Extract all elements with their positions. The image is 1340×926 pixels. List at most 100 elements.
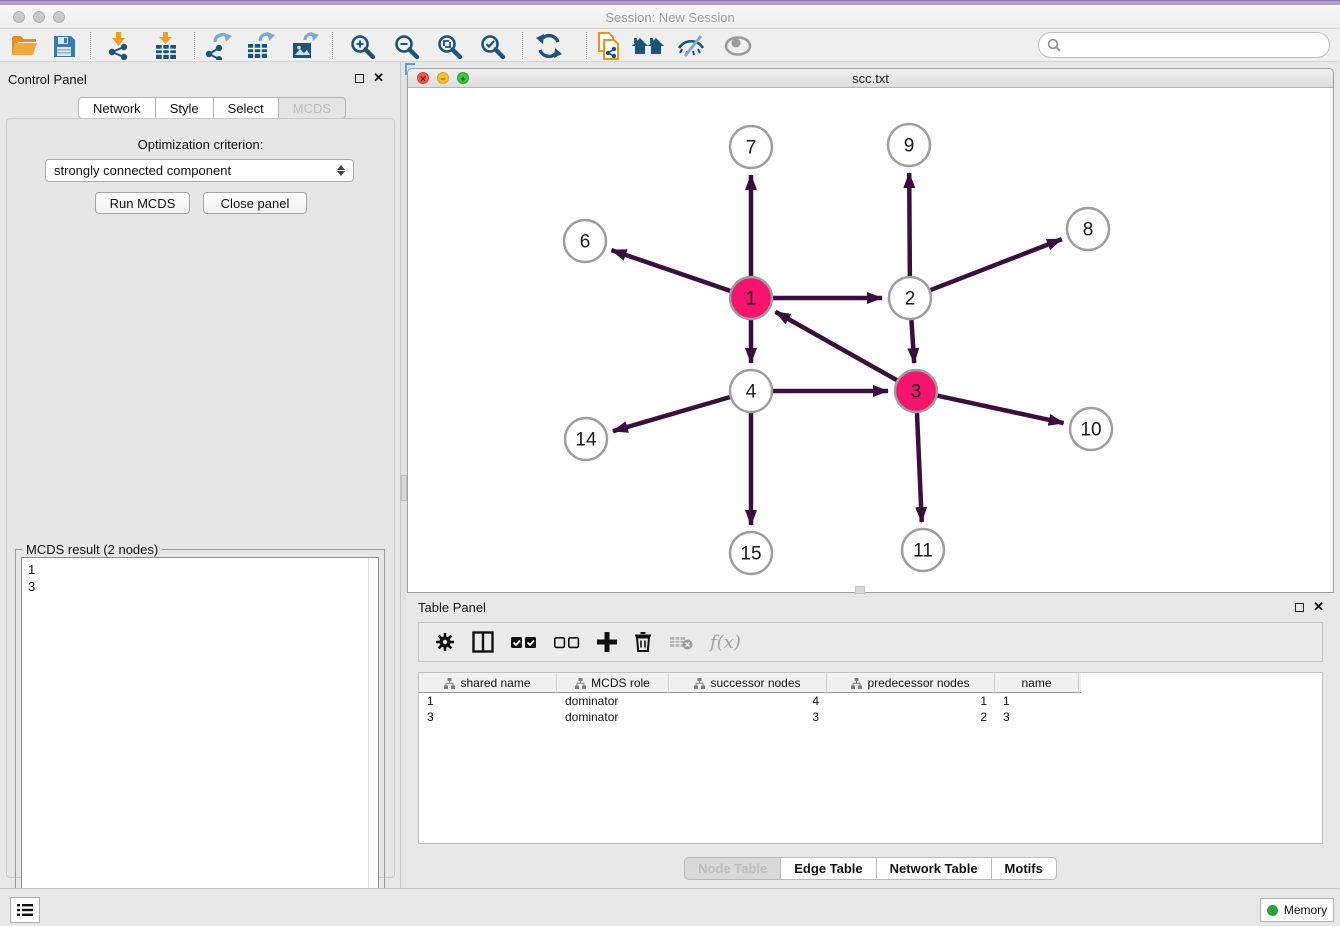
tab-style[interactable]: Style [156,97,214,119]
memory-button[interactable]: Memory [1260,898,1334,922]
deselect-all-checks-icon[interactable] [554,629,580,655]
zoom-out-icon[interactable] [388,31,424,61]
edge-3-11 [917,413,922,522]
tab-network-table[interactable]: Network Table [877,857,992,880]
select-all-checks-icon[interactable] [511,629,537,655]
mcds-result-title: MCDS result (2 nodes) [22,542,162,557]
mcds-panel-body: Optimization criterion: strongly connect… [6,118,395,878]
graph-node-11[interactable]: 11 [902,529,944,571]
table-toolbar: f(x) [418,622,1323,662]
edge-2-8 [931,239,1062,290]
toolbar-separator [90,32,91,59]
delete-trash-icon[interactable] [634,629,652,655]
save-session-icon[interactable] [46,31,82,61]
show-graphics-eye-icon[interactable] [720,31,756,61]
float-panel-icon[interactable] [355,74,364,83]
table-settings-gear-icon[interactable] [435,629,455,655]
graph-node-14[interactable]: 14 [565,418,607,460]
search-input[interactable] [1061,38,1311,53]
column-header[interactable]: predecessor nodes [827,673,995,693]
network-graph[interactable]: 7 9 6 8 1 2 4 3 14 10 15 11 [408,88,1333,592]
graph-node-10[interactable]: 10 [1070,408,1112,450]
show-columns-icon[interactable] [472,629,494,655]
zoom-selected-icon[interactable] [474,31,510,61]
column-header[interactable]: MCDS role [557,673,669,693]
tab-network[interactable]: Network [78,97,156,119]
toolbar-separator [332,32,333,59]
import-network-icon[interactable] [100,31,136,61]
result-scrollbar[interactable] [368,558,378,922]
graph-node-6[interactable]: 6 [564,220,606,262]
table-body: 1dominator4113dominator323 [419,693,1322,725]
search-field[interactable] [1038,32,1330,58]
session-title: Session: New Session [0,10,1340,25]
function-builder-icon: f(x) [710,629,741,655]
close-panel-icon[interactable]: ✕ [373,73,384,83]
table-tabs: Node Table Edge Table Network Table Moti… [407,857,1334,880]
edge-3-10 [937,396,1063,423]
node-table[interactable]: shared nameMCDS rolesuccessor nodesprede… [418,672,1323,844]
column-header[interactable]: name [995,673,1079,693]
main-toolbar [0,29,1340,62]
control-panel-title: Control Panel [8,72,87,87]
edge-2-3 [911,320,914,363]
tab-node-table[interactable]: Node Table [684,857,781,880]
close-panel-button[interactable]: Close panel [203,192,307,214]
svg-text:1: 1 [746,289,757,310]
clone-network-icon[interactable] [590,31,626,61]
graph-node-1[interactable]: 1 [730,277,772,319]
graph-node-2[interactable]: 2 [889,277,931,319]
toolbar-separator [586,32,587,59]
run-mcds-button[interactable]: Run MCDS [95,192,190,214]
export-table-icon[interactable] [243,31,279,61]
column-header[interactable]: successor nodes [669,673,827,693]
zoom-fit-icon[interactable] [431,31,467,61]
delete-table-disabled-icon [669,629,693,655]
graph-node-15[interactable]: 15 [730,532,772,574]
task-history-button[interactable] [10,897,40,923]
graph-node-8[interactable]: 8 [1067,208,1109,250]
edge-1-6 [611,250,730,291]
svg-text:7: 7 [746,138,757,159]
optimization-criterion-select[interactable]: strongly connected component [45,159,354,182]
column-header[interactable]: shared name [419,673,557,693]
hide-graphics-eye-icon[interactable] [674,31,710,61]
float-table-panel-icon[interactable] [1295,603,1304,612]
open-folder-icon[interactable] [6,31,42,61]
tab-select[interactable]: Select [214,97,279,119]
export-network-icon[interactable] [200,31,236,61]
control-panel: Control Panel ✕ Network Style Select MCD… [0,62,401,888]
export-image-icon[interactable] [288,31,324,61]
graph-node-3[interactable]: 3 [895,370,937,412]
toolbar-separator [522,32,523,59]
memory-label: Memory [1284,903,1327,917]
edge-4-14 [613,397,730,431]
memory-status-icon [1267,905,1278,916]
select-stepper-icon [337,165,345,176]
tab-motifs[interactable]: Motifs [992,857,1057,880]
mcds-result-box[interactable]: 1 3 [21,557,379,923]
graph-node-4[interactable]: 4 [730,370,772,412]
close-table-panel-icon[interactable]: ✕ [1313,602,1324,612]
refresh-layout-icon[interactable] [531,31,567,61]
tab-edge-table[interactable]: Edge Table [781,857,876,880]
table-row[interactable]: 3dominator323 [419,709,1322,725]
zoom-in-icon[interactable] [344,31,380,61]
table-row[interactable]: 1dominator411 [419,693,1322,709]
tab-mcds[interactable]: MCDS [279,97,346,119]
network-view-title: scc.txt [408,71,1333,86]
import-table-icon[interactable] [148,31,184,61]
svg-text:10: 10 [1080,420,1101,441]
edge-2-9 [909,173,910,276]
edge-3-1 [775,312,896,380]
mcds-result-group: MCDS result (2 nodes) 1 3 [15,549,385,926]
home-fit-icon[interactable] [630,31,666,61]
graph-node-7[interactable]: 7 [730,126,772,168]
graph-node-9[interactable]: 9 [888,124,930,166]
list-icon [17,903,33,917]
network-canvas[interactable]: 7 9 6 8 1 2 4 3 14 10 15 11 [408,88,1333,592]
add-row-plus-icon[interactable] [597,629,617,655]
network-window-titlebar[interactable]: ✕ − + scc.txt [408,69,1333,88]
horizontal-splitter-grip[interactable] [855,586,865,594]
optimization-criterion-label: Optimization criterion: [7,137,394,152]
